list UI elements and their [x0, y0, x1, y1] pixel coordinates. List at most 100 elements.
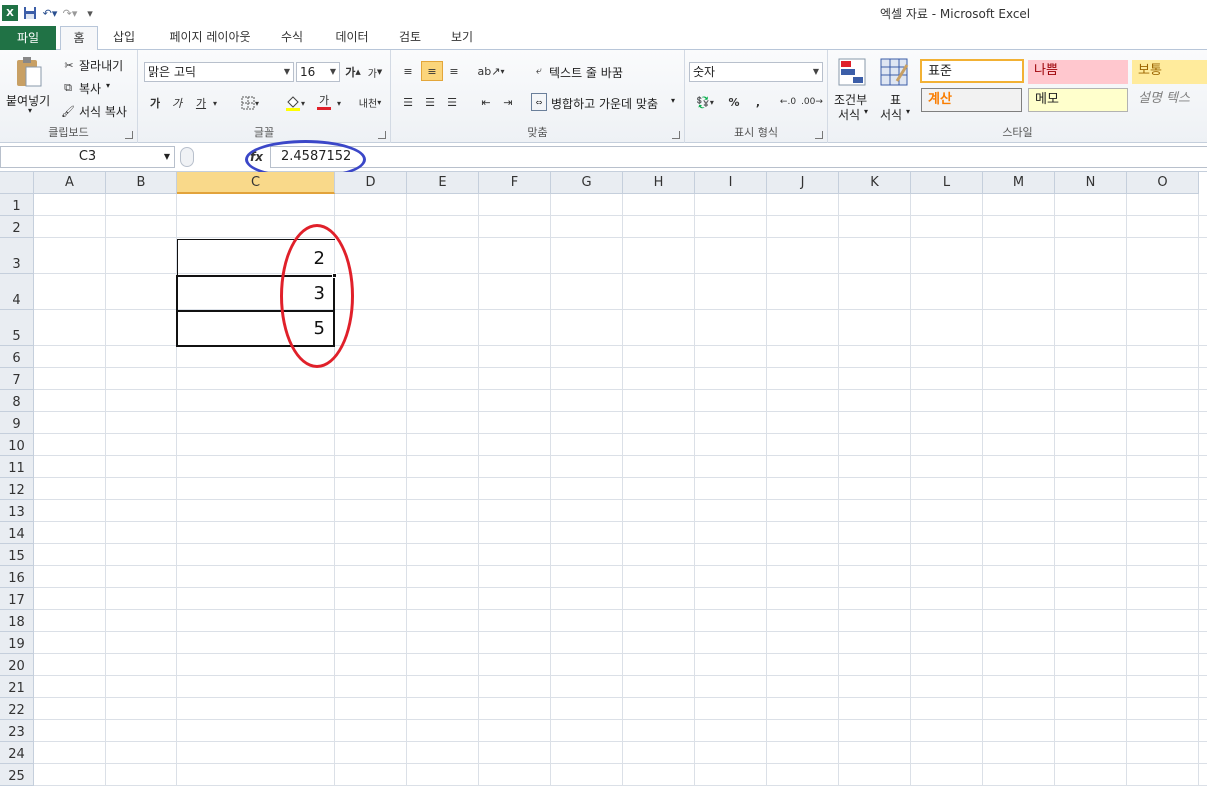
conditional-formatting-icon[interactable] [836, 56, 868, 88]
underline-button[interactable]: 가 [192, 94, 210, 112]
style-note[interactable]: 메모 [1028, 88, 1128, 112]
align-right-icon[interactable]: ☰ [443, 93, 461, 111]
row-header-19[interactable]: 19 [0, 632, 34, 654]
phonetic-guide-icon[interactable]: 내천 ▾ [356, 92, 384, 112]
column-header-l[interactable]: L [911, 172, 983, 194]
format-as-table-button-2[interactable]: 서식 [880, 106, 902, 123]
undo-icon[interactable]: ↶▾ [42, 5, 58, 21]
decrease-indent-icon[interactable]: ⇤ [477, 93, 495, 111]
align-middle-icon[interactable]: ≡ [421, 61, 443, 81]
italic-button[interactable]: 가 [168, 94, 186, 112]
increase-indent-icon[interactable]: ⇥ [499, 93, 517, 111]
row-header-17[interactable]: 17 [0, 588, 34, 610]
font-name-select[interactable]: 맑은 고딕 ▼ [144, 62, 294, 82]
column-header-a[interactable]: A [34, 172, 106, 194]
row-header-12[interactable]: 12 [0, 478, 34, 500]
row-header-5[interactable]: 5 [0, 310, 34, 346]
style-normal[interactable]: 표준 [920, 59, 1024, 83]
row-header-14[interactable]: 14 [0, 522, 34, 544]
copy-icon[interactable]: ⧉ [60, 81, 76, 95]
paste-dropdown-icon[interactable]: ▾ [28, 106, 32, 115]
cut-icon[interactable]: ✂ [62, 58, 76, 72]
row-header-22[interactable]: 22 [0, 698, 34, 720]
percent-style-button[interactable]: % [725, 93, 743, 111]
font-color-icon[interactable]: 가 [314, 92, 334, 112]
merge-center-icon[interactable]: ⇔ [531, 93, 547, 111]
align-left-icon[interactable]: ☰ [399, 93, 417, 111]
row-header-10[interactable]: 10 [0, 434, 34, 456]
row-header-2[interactable]: 2 [0, 216, 34, 238]
format-painter-icon[interactable]: 🖌 [60, 104, 76, 118]
style-bad[interactable]: 나쁨 [1028, 60, 1128, 84]
font-size-select[interactable]: 16 ▼ [296, 62, 340, 82]
row-header-21[interactable]: 21 [0, 676, 34, 698]
tab-page-layout[interactable]: 페이지 레이아웃 [160, 26, 260, 50]
column-header-c[interactable]: C [177, 172, 335, 194]
row-header-23[interactable]: 23 [0, 720, 34, 742]
fill-color-icon[interactable]: ▾ [280, 94, 310, 112]
conditional-dropdown-icon[interactable]: ▾ [864, 107, 868, 116]
number-launcher-icon[interactable] [815, 131, 823, 139]
row-header-8[interactable]: 8 [0, 390, 34, 412]
column-header-o[interactable]: O [1127, 172, 1199, 194]
accounting-format-icon[interactable]: 💱 ▾ [691, 93, 719, 111]
row-header-18[interactable]: 18 [0, 610, 34, 632]
row-header-15[interactable]: 15 [0, 544, 34, 566]
font-launcher-icon[interactable] [378, 131, 386, 139]
column-header-b[interactable]: B [106, 172, 177, 194]
bold-button[interactable]: 가 [146, 94, 164, 112]
tab-review[interactable]: 검토 [388, 26, 432, 50]
align-center-icon[interactable]: ☰ [421, 93, 439, 111]
column-header-n[interactable]: N [1055, 172, 1127, 194]
redo-icon[interactable]: ↷▾ [62, 5, 78, 21]
formula-input[interactable]: 2.4587152 [270, 146, 1207, 168]
font-color-dropdown-icon[interactable]: ▾ [334, 94, 344, 112]
grow-font-icon[interactable]: 가 ▲ [345, 63, 361, 81]
format-painter-button[interactable]: 서식 복사 [79, 103, 127, 120]
copy-dropdown-icon[interactable]: ▾ [106, 81, 110, 90]
align-top-icon[interactable]: ≡ [399, 62, 417, 80]
increase-decimal-icon[interactable]: ←.0 [777, 93, 799, 111]
column-header-m[interactable]: M [983, 172, 1055, 194]
orientation-icon[interactable]: ab↗ ▾ [477, 62, 505, 80]
tab-file[interactable]: 파일 [0, 26, 56, 50]
shrink-font-icon[interactable]: 가 ▼ [367, 63, 383, 81]
row-header-1[interactable]: 1 [0, 194, 34, 216]
row-header-25[interactable]: 25 [0, 764, 34, 786]
paste-icon[interactable] [12, 54, 46, 90]
row-header-16[interactable]: 16 [0, 566, 34, 588]
row-header-24[interactable]: 24 [0, 742, 34, 764]
decrease-decimal-icon[interactable]: .00→ [801, 93, 823, 111]
format-as-table-icon[interactable] [878, 56, 910, 88]
table-dropdown-icon[interactable]: ▾ [906, 107, 910, 116]
row-header-7[interactable]: 7 [0, 368, 34, 390]
column-header-d[interactable]: D [335, 172, 407, 194]
column-header-e[interactable]: E [407, 172, 479, 194]
merge-center-button[interactable]: 병합하고 가운데 맞춤 [551, 95, 658, 112]
merge-dropdown-icon[interactable]: ▾ [671, 96, 675, 105]
alignment-launcher-icon[interactable] [672, 131, 680, 139]
row-header-13[interactable]: 13 [0, 500, 34, 522]
number-format-select[interactable]: 숫자 ▼ [689, 62, 823, 82]
style-calculation[interactable]: 계산 [921, 88, 1022, 112]
row-header-20[interactable]: 20 [0, 654, 34, 676]
wrap-text-icon[interactable]: ⤶ [531, 62, 547, 80]
align-bottom-icon[interactable]: ≡ [445, 62, 463, 80]
column-header-g[interactable]: G [551, 172, 623, 194]
row-header-4[interactable]: 4 [0, 274, 34, 310]
comma-style-button[interactable]: , [749, 93, 767, 111]
clipboard-launcher-icon[interactable] [125, 131, 133, 139]
name-box-dropdown-icon[interactable]: ▼ [164, 147, 170, 167]
tab-insert[interactable]: 삽입 [104, 26, 144, 50]
wrap-text-button[interactable]: 텍스트 줄 바꿈 [549, 64, 623, 81]
border-icon[interactable]: ▾ [236, 94, 264, 112]
style-explanatory[interactable]: 설명 텍스 [1132, 88, 1207, 112]
row-header-3[interactable]: 3 [0, 238, 34, 274]
column-header-j[interactable]: J [767, 172, 839, 194]
conditional-formatting-button-2[interactable]: 서식 [838, 106, 860, 123]
tab-view[interactable]: 보기 [440, 26, 484, 50]
worksheet-grid[interactable]: ABCDEFGHIJKLMNO 1 2 3 4 5 6 7 8 9 10 11 12 13 14 15 16 1… [0, 172, 1207, 786]
style-neutral[interactable]: 보통 [1132, 60, 1207, 84]
tab-formulas[interactable]: 수식 [270, 26, 314, 50]
row-header-9[interactable]: 9 [0, 412, 34, 434]
